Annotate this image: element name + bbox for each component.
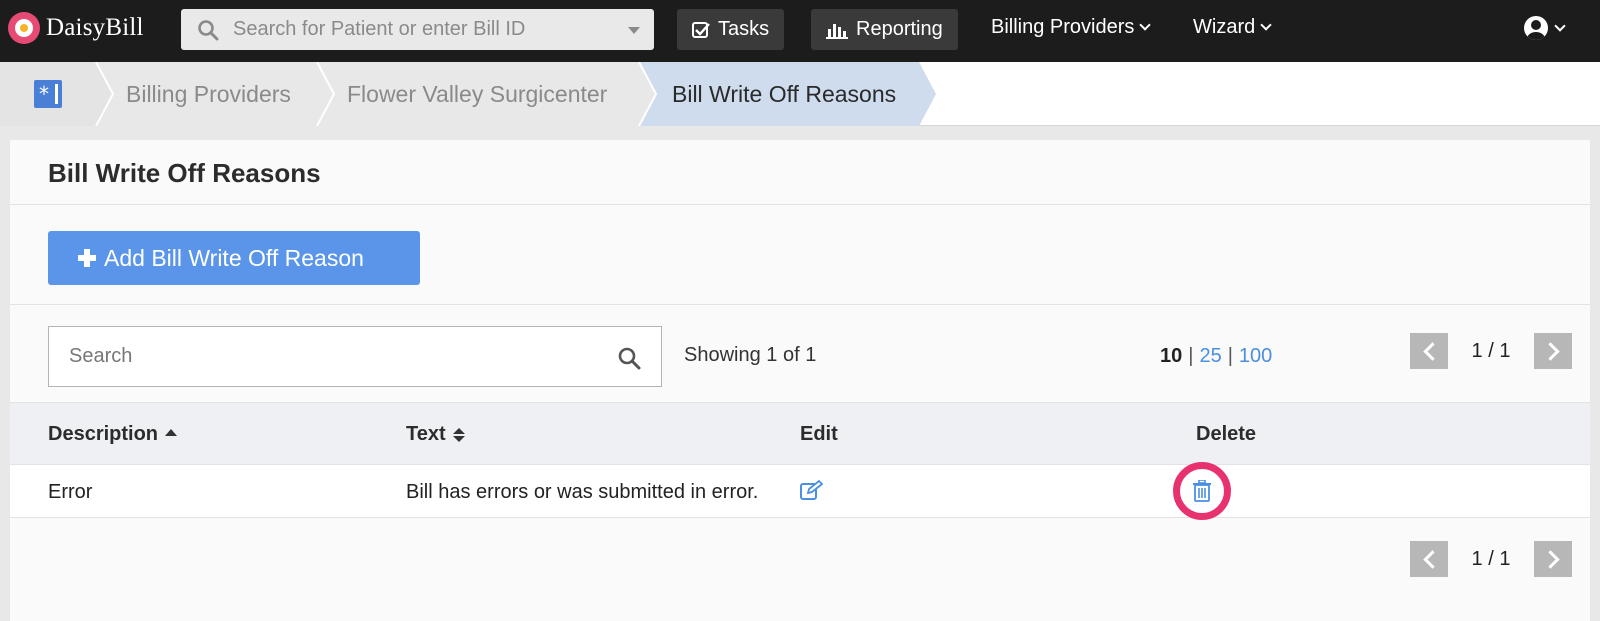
- patient-search-placeholder: Search for Patient or enter Bill ID: [233, 18, 526, 40]
- column-header-edit: Edit: [800, 423, 838, 446]
- reporting-label: Reporting: [856, 18, 943, 40]
- write-off-reasons-panel: Bill Write Off Reasons Add Bill Write Of…: [10, 140, 1590, 621]
- billing-providers-label: Billing Providers: [991, 16, 1135, 38]
- page-indicator: 1 / 1: [1471, 339, 1511, 362]
- checkbox-icon: [692, 21, 710, 38]
- column-header-delete: Delete: [1196, 423, 1256, 446]
- tasks-label: Tasks: [718, 18, 770, 40]
- pagination-top: 1 / 1: [1410, 333, 1572, 369]
- app-logo[interactable]: DaisyBill: [8, 12, 144, 44]
- wizard-menu[interactable]: Wizard: [1193, 16, 1272, 39]
- wizard-label: Wizard: [1193, 16, 1256, 38]
- chevron-down-icon: [1139, 19, 1152, 31]
- breadcrumb: Billing Providers Flower Valley Surgicen…: [0, 62, 1600, 126]
- page-size-option[interactable]: 100: [1239, 345, 1272, 368]
- column-header-description[interactable]: Description: [48, 423, 178, 446]
- divider: [10, 304, 1590, 305]
- bar-chart-icon: [826, 23, 848, 39]
- edit-icon[interactable]: [800, 480, 824, 502]
- column-header-text[interactable]: Text: [406, 423, 465, 446]
- tasks-button[interactable]: Tasks: [677, 9, 785, 50]
- page-title: Bill Write Off Reasons: [48, 158, 321, 188]
- page-indicator: 1 / 1: [1471, 547, 1511, 570]
- table-search-input[interactable]: Search: [48, 326, 662, 387]
- user-menu[interactable]: [1524, 16, 1566, 40]
- column-header-label: Delete: [1196, 423, 1257, 445]
- previous-page-button[interactable]: [1410, 333, 1448, 369]
- column-header-label: Description: [48, 423, 159, 445]
- chevron-down-icon: [1260, 19, 1272, 31]
- page-size-separator: |: [1188, 345, 1194, 367]
- results-count: Showing 1 of 1: [684, 344, 817, 366]
- delete-highlight-ring: [1173, 462, 1231, 520]
- add-button-label: Add Bill Write Off Reason: [104, 244, 364, 271]
- add-write-off-reason-button[interactable]: Add Bill Write Off Reason: [48, 231, 420, 285]
- next-page-button[interactable]: [1534, 333, 1572, 369]
- billing-providers-menu[interactable]: Billing Providers: [991, 16, 1152, 39]
- previous-page-button[interactable]: [1410, 541, 1448, 577]
- page-size-option[interactable]: 25: [1199, 345, 1221, 368]
- breadcrumb-separator-lines: [95, 62, 658, 126]
- trash-icon[interactable]: [1192, 480, 1212, 502]
- page-size-current: 10: [1160, 345, 1183, 367]
- user-avatar-icon: [1524, 16, 1548, 40]
- column-header-label: Text: [406, 423, 446, 445]
- search-icon[interactable]: [617, 346, 641, 370]
- page-size-selector: 10 | 25 | 100: [1160, 345, 1272, 368]
- sort-icon: [452, 427, 465, 442]
- column-header-label: Edit: [800, 423, 838, 445]
- table-search-placeholder: Search: [69, 345, 133, 367]
- page-size-separator: |: [1227, 345, 1233, 367]
- chevron-down-icon: [1554, 19, 1566, 32]
- cell-text: Bill has errors or was submitted in erro…: [406, 481, 759, 503]
- pagination-bottom: 1 / 1: [1410, 541, 1572, 577]
- plus-icon: [78, 249, 96, 267]
- app-name: DaisyBill: [46, 14, 144, 41]
- search-icon: [198, 19, 219, 40]
- table-row: Error Bill has errors or was submitted i…: [10, 462, 1590, 520]
- cell-description: Error: [48, 481, 93, 503]
- top-navbar: DaisyBill Search for Patient or enter Bi…: [0, 0, 1600, 62]
- next-page-button[interactable]: [1534, 541, 1572, 577]
- reporting-button[interactable]: Reporting: [811, 9, 958, 50]
- divider: [10, 204, 1590, 205]
- table-header: Description Text Edit Delete: [10, 402, 1590, 465]
- dropdown-caret-icon[interactable]: [628, 27, 640, 34]
- sort-ascending-icon: [165, 429, 178, 436]
- patient-search-input[interactable]: Search for Patient or enter Bill ID: [181, 9, 654, 50]
- daisy-logo-icon: [8, 12, 40, 44]
